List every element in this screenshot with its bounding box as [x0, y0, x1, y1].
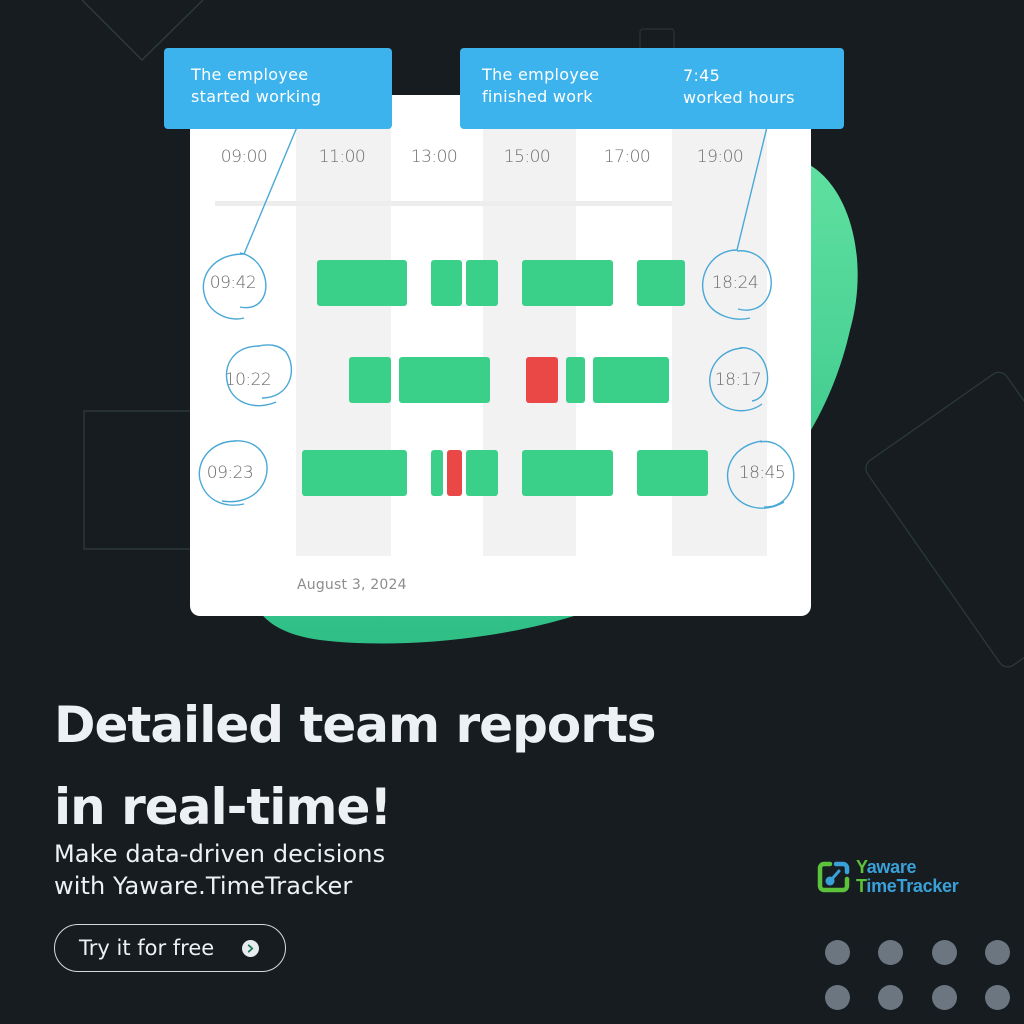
logo-letter: Y	[856, 857, 867, 877]
callout-finish: The employee finished work 7:45 worked h…	[460, 48, 844, 129]
logo-word: aware	[866, 857, 917, 877]
pointer-line-finish	[736, 126, 768, 251]
callout-finish-text: The employee finished work	[482, 65, 600, 106]
callout-start: The employee started working	[164, 48, 392, 129]
logo-word: imeTracker	[866, 876, 959, 896]
circle-mark	[709, 347, 769, 412]
headline: Detailed team reports in real-time!	[54, 684, 657, 848]
headline-line-1: Detailed team reports	[54, 696, 657, 754]
callout-start-text: The employee started working	[191, 65, 322, 106]
logo-letter: T	[856, 876, 867, 896]
deco-dot	[878, 940, 903, 965]
deco-dot	[825, 985, 850, 1010]
deco-dot	[825, 940, 850, 965]
logo-clock-icon	[817, 861, 850, 893]
deco-dot	[985, 985, 1010, 1010]
deco-dot	[878, 985, 903, 1010]
circle-mark	[202, 252, 267, 320]
deco-dot	[985, 940, 1010, 965]
circle-mark	[198, 440, 268, 506]
try-free-label: Try it for free	[79, 936, 215, 960]
logo-wordmark: Yaware TimeTracker	[856, 857, 959, 896]
subheadline-line-2: with Yaware.TimeTracker	[54, 872, 353, 900]
try-free-button[interactable]: Try it for free	[54, 924, 286, 972]
pointer-line-start	[243, 126, 298, 255]
circle-mark	[225, 344, 293, 407]
subheadline-line-1: Make data-driven decisions	[54, 840, 386, 868]
subheadline: Make data-driven decisions with Yaware.T…	[54, 838, 385, 902]
deco-dot	[932, 940, 957, 965]
circle-mark	[726, 440, 795, 509]
deco-dot	[932, 985, 957, 1010]
chevron-right-icon	[242, 940, 259, 957]
circle-mark	[702, 249, 772, 320]
callout-worked-hours: 7:45 worked hours	[683, 66, 795, 107]
yaware-timetracker-logo: Yaware TimeTracker	[816, 857, 959, 896]
headline-line-2: in real-time!	[54, 778, 392, 836]
